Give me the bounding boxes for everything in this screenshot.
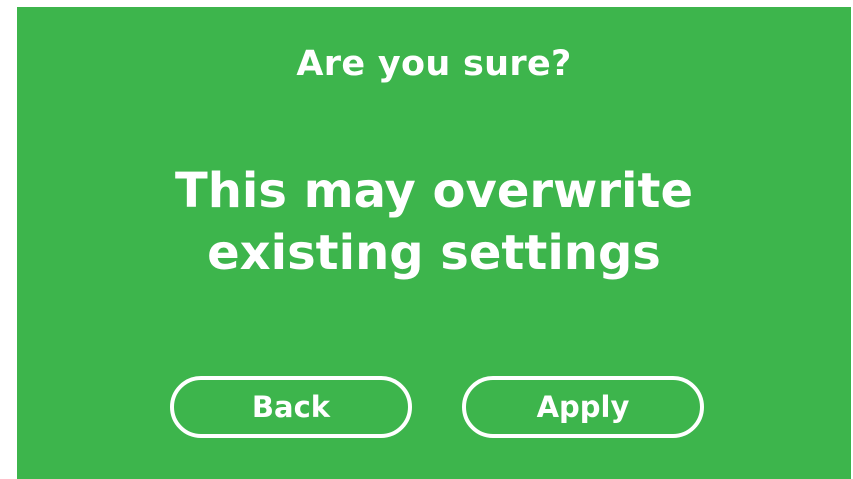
back-button[interactable]: Back xyxy=(170,376,412,438)
dialog-message-line-1: This may overwrite xyxy=(174,163,694,219)
dialog-message: This may overwrite existing settings xyxy=(17,160,851,284)
dialog-message-line-2: existing settings xyxy=(207,225,661,281)
apply-button[interactable]: Apply xyxy=(462,376,704,438)
confirm-dialog: Are you sure? This may overwrite existin… xyxy=(17,7,851,479)
dialog-title: Are you sure? xyxy=(296,44,572,84)
